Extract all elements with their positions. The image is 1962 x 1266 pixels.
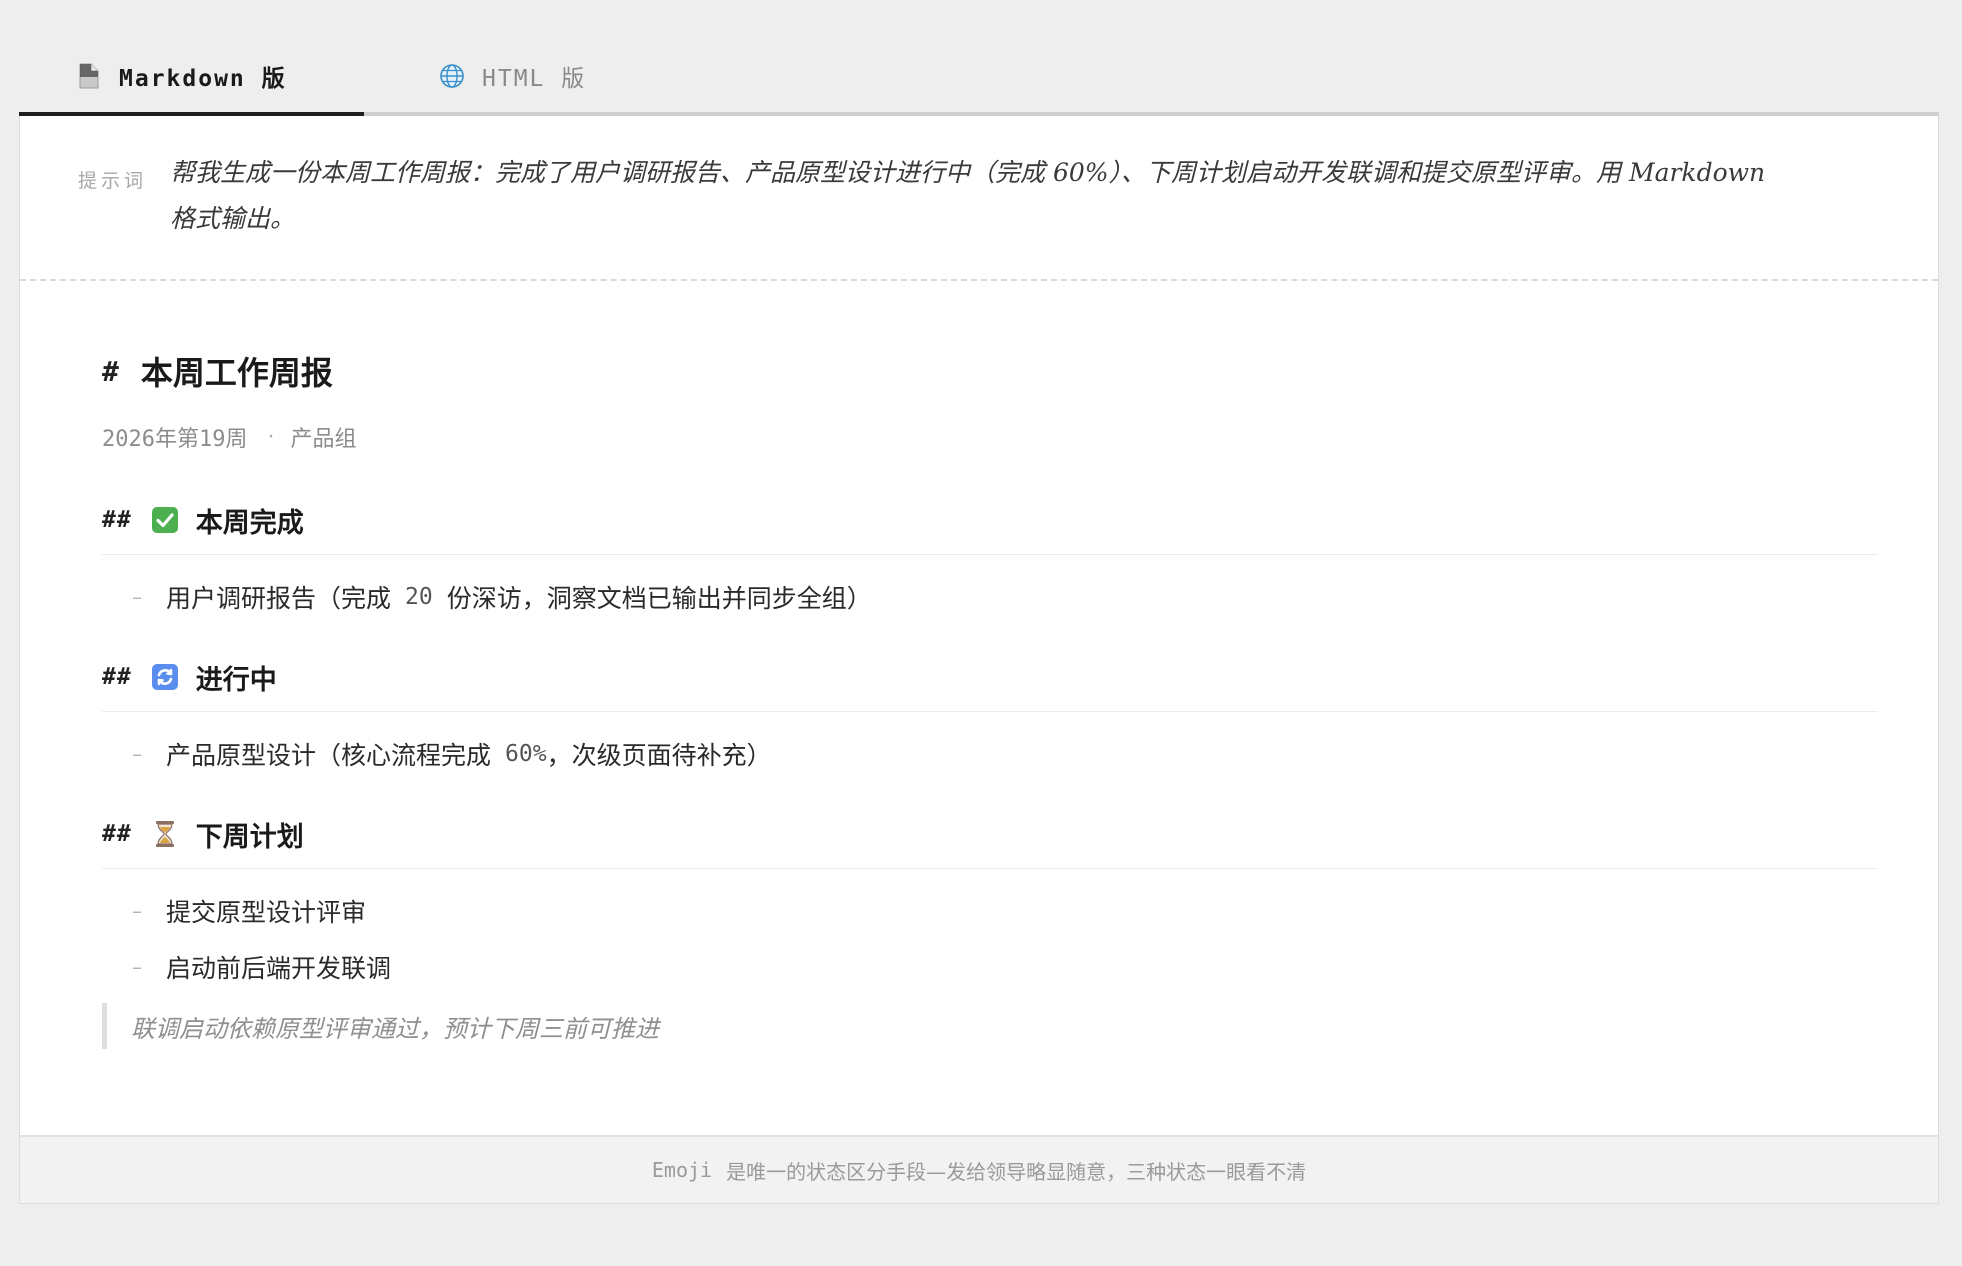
h2-hash: ##: [102, 664, 132, 690]
list-dash: –: [132, 899, 142, 923]
footer-text: 是唯一的状态区分手段—发给领导略显随意，三种状态一眼看不清: [726, 1159, 1307, 1184]
section-list: – 用户调研报告（完成 20 份深访，洞察文档已输出并同步全组）: [102, 569, 1878, 625]
tab-label: HTML 版: [482, 66, 587, 92]
section-heading: ## 本周完成: [102, 498, 1878, 555]
report-meta: 2026年第19周 · 产品组: [102, 422, 1878, 453]
list-dash: –: [132, 955, 142, 979]
hourglass-icon: [150, 819, 180, 849]
prompt-label: 提示词: [78, 170, 148, 192]
list-item-text: 份深访，洞察文档已输出并同步全组）: [446, 584, 872, 613]
list-item: – 产品原型设计（核心流程完成 60% ，次级页面待补充）: [102, 726, 1878, 782]
section-heading: ## 下周计划: [102, 812, 1878, 869]
title-text: 本周工作周报: [140, 354, 333, 392]
tab-label: Markdown 版: [119, 66, 287, 92]
footer-emoji-word: Emoji: [651, 1158, 713, 1182]
section-list: – 产品原型设计（核心流程完成 60% ，次级页面待补充）: [102, 726, 1878, 782]
section-next-week: ## 下周计划 – 提交原型设计评审 – 启动前后端开发联调 联调启动依赖原型评…: [102, 812, 1878, 1049]
list-item-text: 启动前后端开发联调: [166, 954, 392, 983]
meta-week: 2026年第19周: [102, 427, 248, 452]
report-card: 提示词 帮我生成一份本周工作周报：完成了用户调研报告、产品原型设计进行中（完成 …: [19, 116, 1939, 1204]
prompt-text: 帮我生成一份本周工作周报：完成了用户调研报告、产品原型设计进行中（完成 60%）…: [170, 158, 1766, 233]
section-heading-text: 进行中: [195, 664, 277, 696]
section-heading: ## 进行中: [102, 655, 1878, 712]
page-title: # 本周工作周报: [102, 346, 1878, 396]
list-item: – 提交原型设计评审: [102, 883, 1878, 939]
tab-bar: Markdown 版 HTML 版: [19, 40, 1939, 116]
meta-team: 产品组: [290, 427, 357, 452]
list-item: – 启动前后端开发联调: [102, 939, 1878, 995]
list-dash: –: [132, 585, 142, 609]
list-item-number: 20: [405, 584, 433, 610]
h1-hash: #: [102, 354, 119, 388]
check-box-icon: [150, 505, 180, 535]
list-item-text: 用户调研报告（完成: [166, 584, 392, 613]
section-done: ## 本周完成 – 用户调研报告（完成 20 份深访，洞察文档已输出并同步全组）: [102, 498, 1878, 625]
list-item-text: ，次级页面待补充）: [546, 741, 772, 770]
tab-markdown[interactable]: Markdown 版: [19, 40, 364, 116]
list-item: – 用户调研报告（完成 20 份深访，洞察文档已输出并同步全组）: [102, 569, 1878, 625]
prompt-block: 提示词 帮我生成一份本周工作周报：完成了用户调研报告、产品原型设计进行中（完成 …: [20, 116, 1938, 281]
footer-note: Emoji 是唯一的状态区分手段—发给领导略显随意，三种状态一眼看不清: [20, 1135, 1938, 1203]
globe-icon: [438, 62, 466, 90]
meta-separator: ·: [267, 424, 275, 450]
tab-html[interactable]: HTML 版: [364, 40, 586, 112]
section-heading-text: 本周完成: [195, 507, 304, 539]
list-item-text: 提交原型设计评审: [166, 898, 367, 927]
markdown-document: # 本周工作周报 2026年第19周 · 产品组 ## 本周完成 – 用户调研报…: [102, 346, 1878, 1049]
h2-hash: ##: [102, 821, 132, 847]
refresh-icon: [150, 662, 180, 692]
document-icon: [75, 62, 103, 90]
list-item-text: 产品原型设计（核心流程完成: [166, 741, 492, 770]
section-heading-text: 下周计划: [195, 821, 304, 853]
section-in-progress: ## 进行中 – 产品原型设计（核心流程完成 60% ，次级页面待补充）: [102, 655, 1878, 782]
section-list: – 提交原型设计评审 – 启动前后端开发联调: [102, 883, 1878, 995]
list-item-number: 60%: [505, 741, 547, 767]
list-dash: –: [132, 742, 142, 766]
blockquote: 联调启动依赖原型评审通过，预计下周三前可推进: [102, 1003, 1878, 1049]
h2-hash: ##: [102, 507, 132, 533]
